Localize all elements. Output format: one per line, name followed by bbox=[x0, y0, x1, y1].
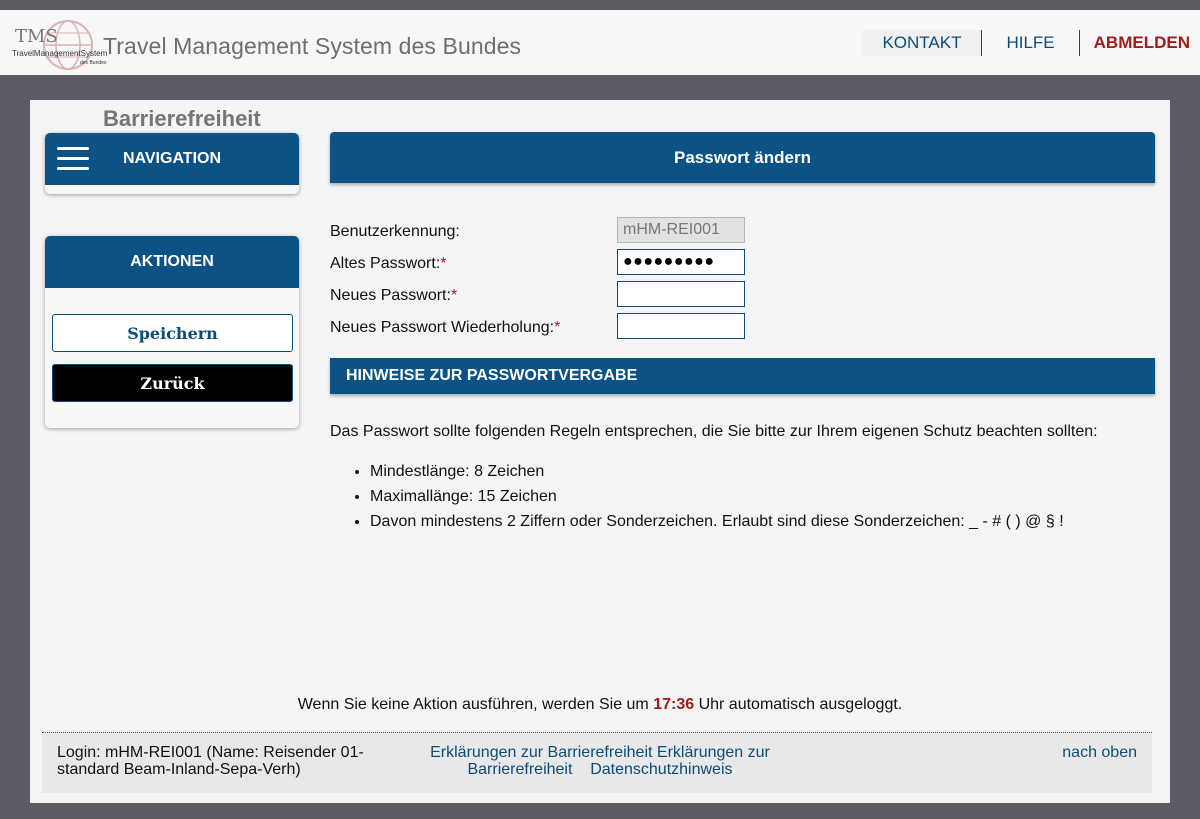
logout-time: 17:36 bbox=[653, 696, 695, 713]
password-rules-list: Mindestlänge: 8 Zeichen Maximallänge: 15… bbox=[350, 462, 1064, 537]
repeat-password-input[interactable] bbox=[617, 313, 745, 339]
footer-links: Erklärungen zur Barrierefreiheit Erkläru… bbox=[420, 744, 780, 778]
nav-contact-link[interactable]: KONTAKT bbox=[862, 30, 982, 56]
svg-text:TMS: TMS bbox=[15, 26, 58, 47]
password-hints-intro: Das Passwort sollte folgenden Regeln ent… bbox=[330, 423, 1098, 440]
navigation-title: NAVIGATION bbox=[122, 150, 222, 167]
app-title: Travel Management System des Bundes bbox=[103, 33, 522, 59]
privacy-link[interactable]: Datenschutzhinweis bbox=[590, 761, 732, 778]
old-password-input[interactable]: ●●●●●●●●● bbox=[617, 249, 745, 275]
tms-logo[interactable]: TMS TravelManagementSystem des Bundes bbox=[10, 20, 110, 70]
list-item: Mindestlänge: 8 Zeichen bbox=[370, 462, 1064, 487]
session-timeout-notice: Wenn Sie keine Aktion ausführen, werden … bbox=[297, 696, 903, 713]
navigation-toggle[interactable]: NAVIGATION bbox=[45, 133, 299, 185]
actions-title: AKTIONEN bbox=[130, 253, 214, 270]
top-navigation: KONTAKT HILFE ABMELDEN bbox=[862, 28, 1200, 58]
top-strip bbox=[0, 0, 1200, 10]
user-id-field: mHM-REI001 bbox=[617, 217, 745, 243]
required-marker: * bbox=[450, 287, 458, 304]
navigation-panel: NAVIGATION bbox=[45, 133, 299, 194]
required-marker: * bbox=[440, 255, 447, 272]
list-item: Davon mindestens 2 Ziffern oder Sonderze… bbox=[370, 512, 1064, 537]
back-button[interactable]: Zurück bbox=[52, 364, 293, 402]
logout-link[interactable]: ABMELDEN bbox=[1080, 30, 1200, 56]
new-password-input[interactable] bbox=[617, 281, 745, 307]
actions-header: AKTIONEN bbox=[45, 236, 299, 288]
page-title: Passwort ändern bbox=[330, 132, 1155, 183]
login-info: Login: mHM-REI001 (Name: Reisender 01-st… bbox=[57, 744, 364, 778]
user-id-label: Benutzerkennung: bbox=[330, 223, 460, 240]
accessibility-statement-link[interactable]: Erklärungen zur Barrierefreiheit bbox=[430, 744, 652, 761]
actions-panel: AKTIONEN Speichern Zurück bbox=[45, 236, 299, 428]
svg-text:des Bundes: des Bundes bbox=[80, 60, 107, 66]
new-password-label: Neues Passwort:* bbox=[330, 287, 458, 304]
nav-help-link[interactable]: HILFE bbox=[982, 30, 1078, 56]
required-marker: * bbox=[554, 319, 561, 336]
password-hints-header: HINWEISE ZUR PASSWORTVERGABE bbox=[330, 358, 1155, 394]
page-header: TMS TravelManagementSystem des Bundes Tr… bbox=[0, 10, 1200, 75]
save-button[interactable]: Speichern bbox=[52, 314, 293, 352]
old-password-label: Altes Passwort:* bbox=[330, 255, 447, 272]
hamburger-menu-icon[interactable] bbox=[57, 147, 89, 171]
accessibility-link[interactable]: Barrierefreiheit bbox=[103, 106, 261, 132]
repeat-password-label: Neues Passwort Wiederholung:* bbox=[330, 319, 561, 336]
list-item: Maximallänge: 15 Zeichen bbox=[370, 487, 1064, 512]
svg-text:TravelManagementSystem: TravelManagementSystem bbox=[12, 49, 108, 58]
back-to-top-link[interactable]: nach oben bbox=[1062, 744, 1137, 762]
